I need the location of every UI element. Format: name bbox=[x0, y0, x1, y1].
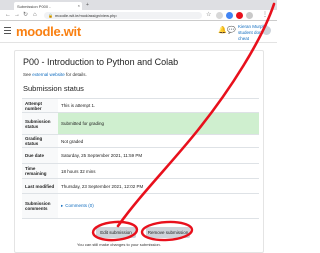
url-text: moodle.wit.ie/mod/assign/view.php bbox=[54, 13, 117, 18]
attempt-label: Attempt number bbox=[22, 98, 58, 113]
submission-status-heading: Submission status bbox=[23, 84, 84, 93]
table-row: Attempt number This is attempt 1. bbox=[22, 98, 259, 113]
submission-status-label: Submission status bbox=[22, 112, 58, 135]
table-row: Submission status Submitted for grading bbox=[22, 112, 259, 135]
time-remaining-value: 18 hours 32 mins bbox=[58, 163, 259, 179]
expand-icon[interactable]: ▸ bbox=[61, 203, 63, 208]
home-icon[interactable]: ⌂ bbox=[33, 11, 37, 20]
new-tab-icon[interactable]: + bbox=[86, 2, 89, 8]
bell-icon[interactable]: 🔔 bbox=[218, 26, 227, 34]
site-header: moodle.wit 🔔 💬 Kieran Murphy student don… bbox=[0, 21, 277, 43]
back-icon[interactable]: ← bbox=[5, 11, 11, 20]
page-title: P00 - Introduction to Python and Colab bbox=[23, 57, 179, 67]
due-date-value: Saturday, 25 September 2021, 11:59 PM bbox=[58, 147, 259, 164]
table-row: Submission comments ▸ Comments (0) bbox=[22, 193, 259, 219]
extension-icon[interactable] bbox=[216, 12, 223, 19]
grading-status-label: Grading status bbox=[22, 134, 58, 148]
external-website-link[interactable]: external website bbox=[32, 72, 65, 77]
assignment-card: P00 - Introduction to Python and Colab S… bbox=[14, 50, 264, 253]
grading-status-value: Not graded bbox=[58, 134, 259, 148]
edit-submission-button[interactable]: Edit submission bbox=[96, 227, 136, 238]
instructions-text: See external website for details. bbox=[23, 72, 87, 77]
due-date-label: Due date bbox=[22, 147, 58, 164]
time-remaining-label: Time remaining bbox=[22, 163, 58, 179]
table-row: Last modified Thursday, 23 September 202… bbox=[22, 178, 259, 194]
tab-title: Submission P000 - bbox=[17, 4, 51, 9]
browser-tab-bar: Submission P000 - × + bbox=[0, 0, 277, 10]
site-logo[interactable]: moodle.wit bbox=[16, 24, 81, 39]
browser-toolbar: ← → ↻ ⌂ 🔒 moodle.wit.ie/mod/assign/view.p… bbox=[0, 10, 277, 21]
table-row: Grading status Not graded bbox=[22, 134, 259, 148]
chat-icon[interactable]: 💬 bbox=[227, 26, 236, 34]
submission-status-value: Submitted for grading bbox=[58, 112, 259, 135]
submission-comments-cell: ▸ Comments (0) bbox=[58, 193, 259, 219]
submission-comments-label: Submission comments bbox=[22, 193, 58, 219]
browser-tab[interactable]: Submission P000 - × bbox=[14, 2, 82, 10]
reload-icon[interactable]: ↻ bbox=[23, 11, 28, 20]
table-row: Due date Saturday, 25 September 2021, 11… bbox=[22, 147, 259, 164]
menu-icon[interactable] bbox=[4, 27, 11, 35]
extension-icon[interactable] bbox=[226, 12, 233, 19]
attempt-value: This is attempt 1. bbox=[58, 98, 259, 113]
browser-menu-icon[interactable]: ⋮ bbox=[262, 11, 268, 20]
profile-icon[interactable] bbox=[246, 12, 253, 19]
avatar[interactable] bbox=[262, 26, 271, 35]
extension-icon[interactable] bbox=[236, 12, 243, 19]
help-text: You can still make changes to your submi… bbox=[77, 242, 161, 247]
remove-submission-button[interactable]: Remove submission bbox=[146, 227, 190, 238]
address-bar[interactable]: 🔒 moodle.wit.ie/mod/assign/view.php bbox=[44, 12, 202, 19]
comments-link[interactable]: Comments (0) bbox=[65, 203, 94, 208]
forward-icon[interactable]: → bbox=[14, 11, 20, 20]
table-row: Time remaining 18 hours 32 mins bbox=[22, 163, 259, 179]
star-icon[interactable]: ☆ bbox=[206, 11, 211, 20]
last-modified-label: Last modified bbox=[22, 178, 58, 194]
lock-icon: 🔒 bbox=[48, 13, 53, 18]
last-modified-value: Thursday, 23 September 2021, 12:02 PM bbox=[58, 178, 259, 194]
submission-status-table: Attempt number This is attempt 1. Submis… bbox=[22, 98, 259, 219]
tab-close-icon[interactable]: × bbox=[78, 3, 80, 8]
